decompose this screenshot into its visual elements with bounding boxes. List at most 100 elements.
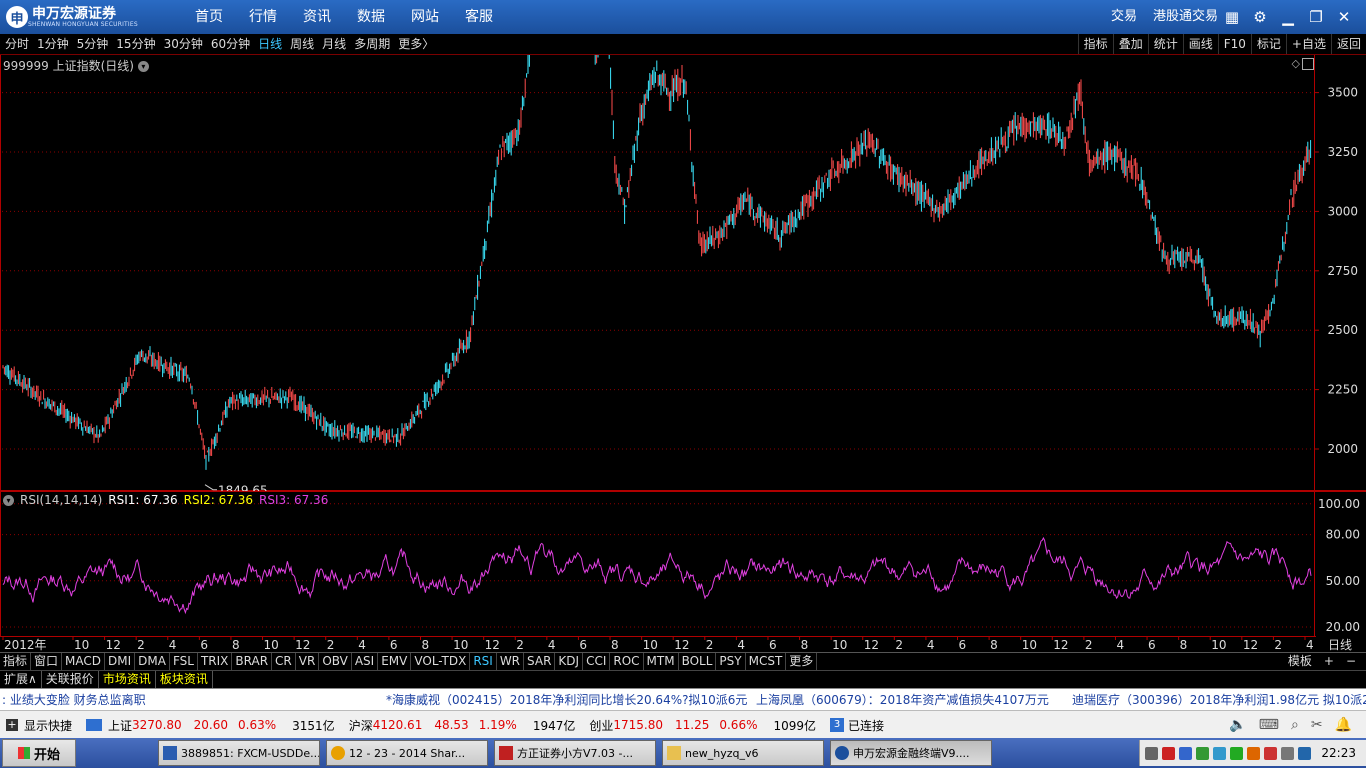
tray-icon[interactable] <box>1264 746 1278 760</box>
ticker-item[interactable]: 上海凤凰（600679）：2018年资产减值损失4107万元 <box>756 689 1049 711</box>
indicator-tab[interactable]: FSL <box>170 653 198 670</box>
nav-hk-connect-trade[interactable]: 港股通交易 <box>1145 0 1226 34</box>
taskbar-item[interactable]: 3889851: FXCM-USDDe... <box>158 740 320 766</box>
indicator-tab[interactable]: ASI <box>352 653 379 670</box>
restore-button[interactable]: ❐ <box>1302 8 1330 26</box>
indicator-tab[interactable]: VR <box>296 653 320 670</box>
tray-icon[interactable] <box>1145 746 1159 760</box>
indicator-tab[interactable]: MCST <box>746 653 787 670</box>
tray-icon[interactable] <box>1230 746 1244 760</box>
connection-status[interactable]: 3 已连接 <box>830 717 884 734</box>
indicator-tab[interactable]: ROC <box>610 653 644 670</box>
indicator-tab[interactable]: MACD <box>62 653 106 670</box>
kline-chart[interactable]: 2000225025002750300032503500375040004250… <box>0 55 1366 491</box>
period-tab[interactable]: 15分钟 <box>113 34 160 54</box>
info-tab[interactable]: 扩展∧ <box>0 671 42 688</box>
nav-trade[interactable]: 交易 <box>1103 0 1145 34</box>
period-tab[interactable]: 分时 <box>2 34 34 54</box>
settings-gear-icon[interactable]: ⚙ <box>1246 8 1274 26</box>
indicator-tab[interactable]: 更多 <box>786 653 818 670</box>
tray-icon[interactable] <box>1247 746 1261 760</box>
period-tab[interactable]: 多周期 <box>351 34 395 54</box>
taskbar-item[interactable]: 方正证券小方V7.03 -... <box>494 740 656 766</box>
news-ticker[interactable]: : 业绩大变脸 财务总监离职 *海康威视（002415）2018年净利润同比增长… <box>0 688 1366 711</box>
bluetooth-icon[interactable] <box>1298 746 1312 760</box>
tool-button[interactable]: 叠加 <box>1112 34 1148 54</box>
indicator-tab[interactable]: WR <box>497 653 525 670</box>
indicator-tab[interactable]: BOLL <box>679 653 717 670</box>
period-tab[interactable]: 更多〉 <box>395 34 439 54</box>
period-tab[interactable]: 60分钟 <box>208 34 255 54</box>
template-button[interactable]: 模板 <box>1282 653 1318 670</box>
indicator-tab[interactable]: MTM <box>644 653 679 670</box>
indicator-tab[interactable]: SAR <box>524 653 556 670</box>
ticker-item[interactable]: *海康威视（002415）2018年净利润同比增长20.64%?拟10派6元 <box>386 689 747 711</box>
indicator-tab[interactable]: CCI <box>583 653 611 670</box>
period-tab[interactable]: 月线 <box>319 34 351 54</box>
info-tab[interactable]: 关联报价 <box>42 671 99 688</box>
rsi-collapse-icon[interactable]: ▾ <box>3 495 14 506</box>
tray-icon[interactable] <box>1196 746 1210 760</box>
rsi-chart[interactable]: 100.00 80.00 50.00 20.00 <box>0 491 1366 636</box>
layout-grid-icon[interactable]: ▦ <box>1218 8 1246 26</box>
period-tab[interactable]: 30分钟 <box>161 34 208 54</box>
tool-button[interactable]: 返回 <box>1330 34 1366 54</box>
nav-home[interactable]: 首页 <box>182 0 236 34</box>
cy-index-quote[interactable]: 创业 1715.80 11.25 0.66% 1099亿 <box>589 717 816 734</box>
tray-icon[interactable] <box>1179 746 1193 760</box>
ticker-item[interactable]: 迪瑞医疗（300396）2018年净利润1.98亿元 拟10派2.8 <box>1072 689 1366 711</box>
indicator-tab[interactable]: CR <box>272 653 296 670</box>
period-tab[interactable]: 日线 <box>255 34 287 54</box>
chart-dropdown-icon[interactable]: ▾ <box>137 61 149 72</box>
search-icon[interactable]: ⌕ <box>1291 717 1299 733</box>
chart-diamond-icon[interactable]: ◇ <box>1292 57 1300 70</box>
indicator-tab[interactable]: 窗口 <box>31 653 63 670</box>
hs-index-quote[interactable]: 沪深 4120.61 48.53 1.19% 1947亿 <box>349 717 576 734</box>
taskbar-item[interactable]: new_hyzq_v6 <box>662 740 824 766</box>
bell-icon[interactable]: 🔔 <box>1335 717 1352 733</box>
indicator-tab[interactable]: DMA <box>135 653 170 670</box>
chart-window-icon[interactable] <box>1302 58 1314 70</box>
indicator-tab[interactable]: VOL-TDX <box>411 653 471 670</box>
sh-index-quote[interactable]: 上证 3270.80 20.60 0.63% 3151亿 <box>86 717 335 734</box>
info-tab[interactable]: 市场资讯 <box>99 671 156 688</box>
tray-icon[interactable] <box>1213 746 1227 760</box>
speaker-icon[interactable]: 🔈 <box>1229 717 1246 733</box>
ticker-item[interactable]: : 业绩大变脸 财务总监离职 <box>2 689 146 711</box>
taskbar-item[interactable]: 12 - 23 - 2014 Shar... <box>326 740 488 766</box>
clock[interactable]: 22:23 <box>1321 746 1356 760</box>
tray-icon[interactable] <box>1281 746 1295 760</box>
indicator-tab[interactable]: EMV <box>378 653 412 670</box>
nav-news[interactable]: 资讯 <box>290 0 344 34</box>
indicator-tab[interactable]: KDJ <box>555 653 584 670</box>
tray-icon[interactable] <box>1162 746 1176 760</box>
nav-data[interactable]: 数据 <box>344 0 398 34</box>
add-window-button[interactable]: + <box>1318 653 1340 670</box>
period-tab[interactable]: 周线 <box>287 34 319 54</box>
indicator-tab[interactable]: RSI <box>470 653 497 670</box>
tool-button[interactable]: 标记 <box>1250 34 1286 54</box>
period-tab[interactable]: 1分钟 <box>34 34 74 54</box>
scissors-icon[interactable]: ✂ <box>1311 717 1323 733</box>
indicator-tab[interactable]: BRAR <box>232 653 273 670</box>
indicator-tab[interactable]: PSY <box>716 653 746 670</box>
tool-button[interactable]: +自选 <box>1285 34 1331 54</box>
tool-button[interactable]: 画线 <box>1182 34 1218 54</box>
indicator-tab[interactable]: 指标 <box>0 653 32 670</box>
remove-window-button[interactable]: − <box>1340 653 1362 670</box>
start-button[interactable]: 开始 <box>2 739 76 767</box>
indicator-tab[interactable]: OBV <box>319 653 352 670</box>
nav-service[interactable]: 客服 <box>452 0 506 34</box>
indicator-tab[interactable]: TRIX <box>198 653 233 670</box>
nav-quotes[interactable]: 行情 <box>236 0 290 34</box>
indicator-tab[interactable]: DMI <box>105 653 136 670</box>
keyboard-icon[interactable]: ⌨ <box>1259 717 1279 733</box>
tool-button[interactable]: 指标 <box>1077 34 1113 54</box>
close-button[interactable]: ✕ <box>1330 8 1358 26</box>
nav-website[interactable]: 网站 <box>398 0 452 34</box>
taskbar-item-active[interactable]: 申万宏源金融终端V9.... <box>830 740 992 766</box>
minimize-button[interactable]: ▁ <box>1274 8 1302 26</box>
tool-button[interactable]: F10 <box>1217 34 1251 54</box>
period-tab[interactable]: 5分钟 <box>74 34 114 54</box>
show-shortcut-toggle[interactable]: + 显示快捷 <box>6 717 72 734</box>
